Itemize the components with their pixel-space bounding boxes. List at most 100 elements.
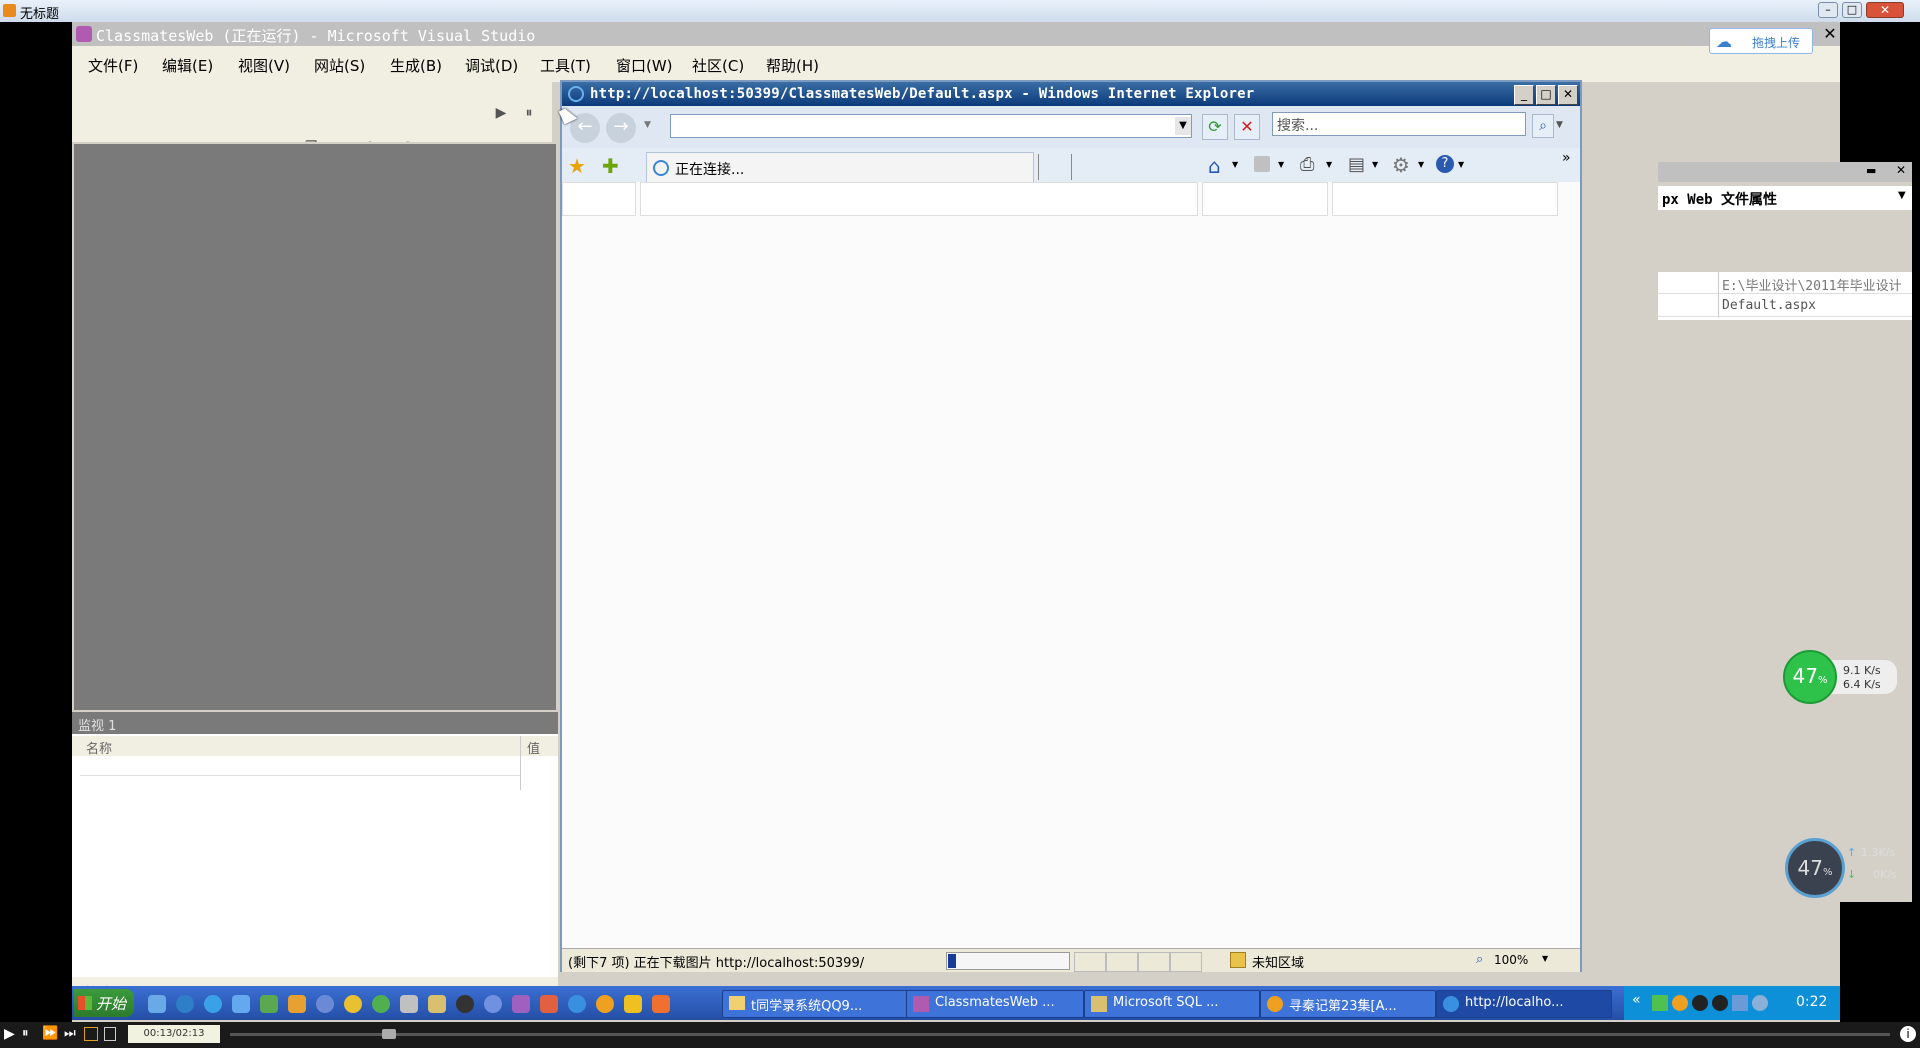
ie-close-icon[interactable]: ✕ [1558, 85, 1578, 105]
menu-tools[interactable]: 工具(T) [540, 55, 591, 76]
tools-gear-icon[interactable]: ⚙ [1392, 153, 1410, 177]
ie-minimize-icon[interactable]: _ [1514, 85, 1534, 105]
menu-community[interactable]: 社区(C) [692, 55, 744, 76]
pause-icon[interactable]: ⏸ [520, 104, 538, 122]
quicklaunch-app-icon[interactable] [652, 995, 670, 1013]
favorites-star-icon[interactable]: ★ [568, 154, 586, 178]
menu-help[interactable]: 帮助(H) [766, 55, 819, 76]
zoom-level[interactable]: 100% [1494, 953, 1528, 967]
add-favorite-icon[interactable]: ✚ [602, 154, 619, 178]
quicklaunch-chrome-icon[interactable] [344, 995, 362, 1013]
seek-handle[interactable] [382, 1029, 396, 1039]
property-row[interactable]: E:\毕业设计\2011年毕业设计 [1658, 272, 1912, 294]
info-icon[interactable]: i [1900, 1026, 1916, 1042]
taskbar-item-sql[interactable]: Microsoft SQL ... [1084, 990, 1260, 1018]
feeds-icon[interactable] [1254, 156, 1270, 172]
search-options-icon[interactable]: ▼ [1556, 120, 1563, 130]
quicklaunch-network-icon[interactable] [260, 995, 278, 1013]
maximize-icon[interactable]: □ [1842, 2, 1862, 18]
print-dropdown-icon[interactable]: ▼ [1326, 160, 1332, 169]
stop-icon[interactable]: ✕ [1234, 114, 1260, 140]
quicklaunch-shield-icon[interactable] [288, 995, 306, 1013]
next-frame-icon[interactable]: ⏭ [64, 1026, 76, 1041]
help-dropdown-icon[interactable]: ▼ [1458, 160, 1464, 169]
tray-sync-icon[interactable] [1752, 995, 1768, 1011]
drag-upload-button[interactable]: ☁ 拖拽上传 [1709, 28, 1813, 54]
quicklaunch-sun-icon[interactable] [624, 995, 642, 1013]
tab-connecting[interactable]: 正在连接... [646, 152, 1034, 182]
ie-maximize-icon[interactable]: □ [1536, 85, 1556, 105]
network-monitor-widget-dark[interactable]: 47% ↑ 1.3K/s ↓ 0K/s [1785, 838, 1900, 900]
page-dropdown-icon[interactable]: ▼ [1372, 160, 1378, 169]
print-icon[interactable]: ⎙ [1300, 154, 1314, 175]
menu-build[interactable]: 生成(B) [390, 55, 442, 76]
network-monitor-widget[interactable]: 9.1 K/s 6.4 K/s 47% [1783, 650, 1898, 704]
quicklaunch-tool-icon[interactable] [400, 995, 418, 1013]
search-input[interactable]: 搜索... [1272, 112, 1526, 136]
zoom-icon[interactable]: ⌕ [1476, 952, 1483, 967]
properties-object-selector[interactable]: px Web 文件属性 ▼ [1658, 186, 1912, 210]
quicklaunch-ie2-icon[interactable] [568, 995, 586, 1013]
seek-bar[interactable] [230, 1029, 1890, 1039]
address-dropdown-icon[interactable]: ▼ [1175, 117, 1191, 135]
watch-row-empty[interactable] [80, 758, 520, 776]
history-dropdown-icon[interactable]: ▼ [644, 120, 651, 130]
address-bar[interactable]: ▼ [670, 114, 1192, 138]
security-zone-label[interactable]: 未知区域 [1252, 952, 1304, 971]
close-icon[interactable]: ✕ [1866, 2, 1904, 18]
page-menu-icon[interactable]: ▤ [1348, 154, 1365, 175]
tray-qq2-icon[interactable] [1712, 995, 1728, 1011]
more-tools-icon[interactable]: » [1562, 150, 1571, 166]
pin-icon[interactable]: ▬ [1866, 164, 1876, 177]
playlist-icon[interactable] [104, 1027, 116, 1041]
security-lock-icon[interactable] [1230, 952, 1246, 968]
home-icon[interactable]: ⌂ [1208, 154, 1221, 178]
start-button[interactable]: 开始 [74, 989, 134, 1017]
play-icon[interactable]: ▶ [4, 1026, 15, 1042]
quicklaunch-sql-icon[interactable] [428, 995, 446, 1013]
refresh-icon[interactable]: ⟳ [1202, 114, 1228, 140]
menu-window[interactable]: 窗口(W) [616, 55, 673, 76]
quicklaunch-media-icon[interactable] [596, 995, 614, 1013]
tray-network-icon[interactable] [1652, 995, 1668, 1011]
watch-col-value[interactable]: 值 [527, 738, 540, 757]
taskbar-item-video[interactable]: 寻秦记第23集[A... [1260, 990, 1436, 1018]
zoom-dropdown-icon[interactable]: ▼ [1542, 954, 1548, 963]
quicklaunch-ie-icon[interactable] [204, 995, 222, 1013]
quicklaunch-browser-icon[interactable] [232, 995, 250, 1013]
fullscreen-icon[interactable] [84, 1027, 98, 1041]
quicklaunch-vs-icon[interactable] [512, 995, 530, 1013]
properties-close-icon[interactable]: ✕ [1896, 163, 1906, 177]
tray-display-icon[interactable] [1732, 995, 1748, 1011]
menu-view[interactable]: 视图(V) [238, 55, 290, 76]
quicklaunch-qq-icon[interactable] [456, 995, 474, 1013]
menu-website[interactable]: 网站(S) [314, 55, 365, 76]
tray-expand-icon[interactable]: « [1632, 992, 1641, 1008]
search-icon[interactable]: ⌕ [1532, 114, 1554, 138]
pause-button[interactable]: ⏸ [22, 1026, 29, 1041]
menu-edit[interactable]: 编辑(E) [162, 55, 213, 76]
quicklaunch-computer-icon[interactable] [148, 995, 166, 1013]
quicklaunch-refresh-icon[interactable] [372, 995, 390, 1013]
chevron-down-icon[interactable]: ▼ [1898, 190, 1906, 201]
forward-arrow-icon[interactable]: → [606, 113, 636, 143]
taskbar-item-ie[interactable]: http://localho... [1436, 990, 1612, 1018]
watch-col-name[interactable]: 名称 [86, 738, 112, 757]
quicklaunch-infinity2-icon[interactable] [484, 995, 502, 1013]
new-tab-button[interactable] [1038, 154, 1072, 180]
tray-media-icon[interactable] [1672, 995, 1688, 1011]
quicklaunch-palette-icon[interactable] [540, 995, 558, 1013]
taskbar-item-vs[interactable]: ClassmatesWeb ... [906, 990, 1084, 1018]
quicklaunch-globe-icon[interactable] [176, 995, 194, 1013]
property-row[interactable]: Default.aspx [1658, 295, 1912, 317]
menu-file[interactable]: 文件(F) [88, 55, 138, 76]
feeds-dropdown-icon[interactable]: ▼ [1278, 160, 1284, 169]
ie-page-content[interactable] [562, 182, 1580, 948]
help-icon[interactable]: ? [1436, 155, 1454, 173]
tray-clock[interactable]: 0:22 [1796, 994, 1827, 1010]
tools-dropdown-icon[interactable]: ▼ [1418, 160, 1424, 169]
minimize-icon[interactable]: – [1818, 2, 1838, 18]
tray-qq-icon[interactable] [1692, 995, 1708, 1011]
quicklaunch-infinity-icon[interactable] [316, 995, 334, 1013]
home-dropdown-icon[interactable]: ▼ [1232, 160, 1238, 169]
